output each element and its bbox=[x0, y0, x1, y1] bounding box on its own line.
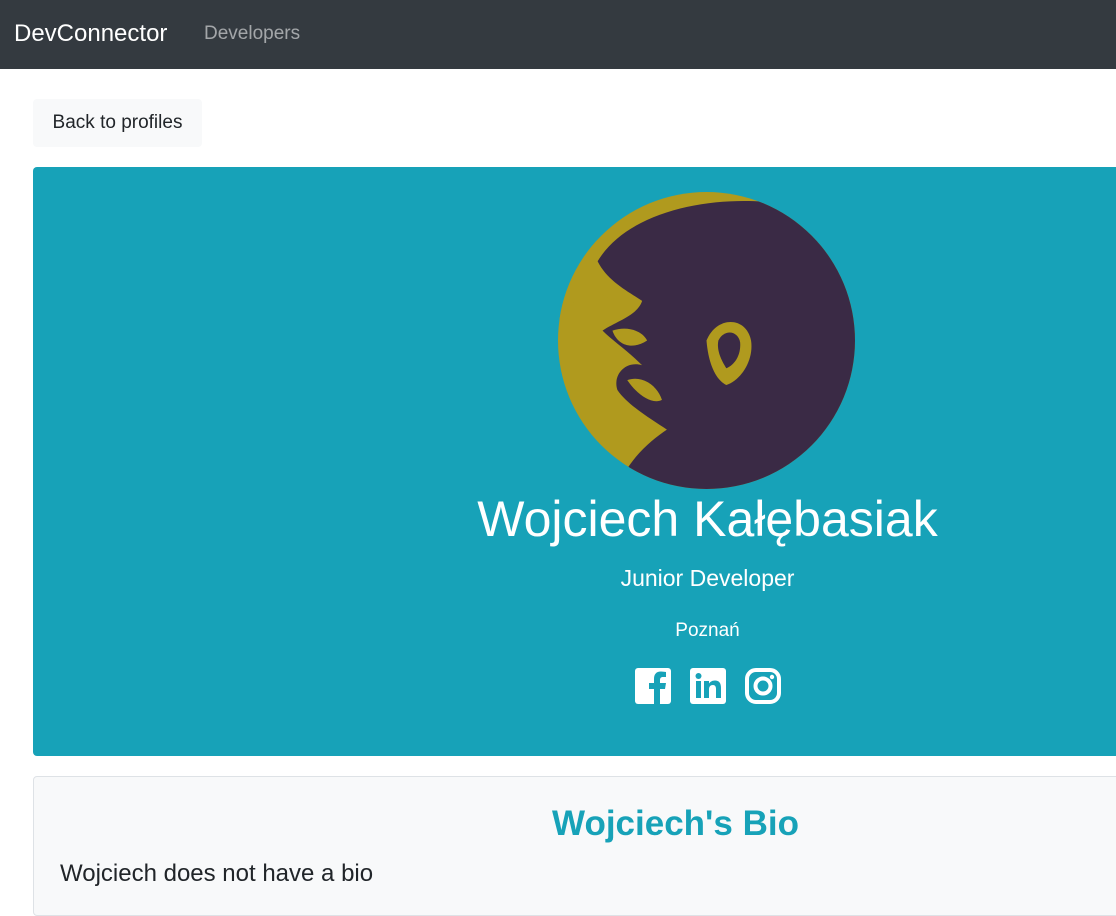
profile-title: Junior Developer bbox=[620, 565, 795, 591]
profile-header-card: Wojciech Kałębasiak Junior Developer Poz… bbox=[33, 167, 1116, 756]
instagram-icon[interactable] bbox=[744, 667, 782, 705]
facebook-icon[interactable] bbox=[634, 667, 672, 705]
brand-link[interactable]: DevConnector bbox=[14, 20, 167, 48]
profile-location: Poznań bbox=[675, 620, 740, 641]
navbar: DevConnector Developers bbox=[0, 0, 1116, 69]
bio-heading: Wojciech's Bio bbox=[552, 804, 799, 843]
bio-text: Wojciech does not have a bio bbox=[60, 860, 374, 887]
back-to-profiles-button[interactable]: Back to profiles bbox=[33, 99, 202, 147]
profile-avatar bbox=[558, 192, 855, 489]
social-links bbox=[33, 667, 1116, 707]
nav-link-developers[interactable]: Developers bbox=[204, 22, 300, 46]
bio-card: Wojciech's Bio Wojciech does not have a … bbox=[33, 776, 1116, 916]
linkedin-icon[interactable] bbox=[689, 667, 727, 705]
profile-name: Wojciech Kałębasiak bbox=[477, 491, 938, 547]
